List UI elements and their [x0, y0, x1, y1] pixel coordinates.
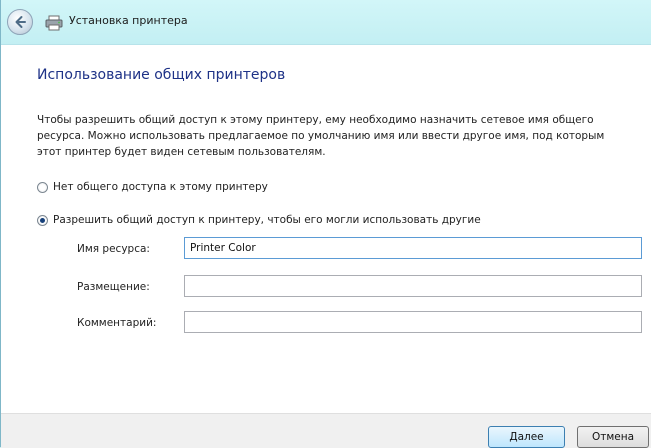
back-arrow-icon	[15, 16, 26, 28]
location-input[interactable]	[184, 275, 642, 297]
radio-no-sharing[interactable]: Нет общего доступа к этому принтеру	[37, 181, 268, 193]
radio-share-printer[interactable]: Разрешить общий доступ к принтеру, чтобы…	[37, 214, 481, 226]
share-name-input[interactable]	[184, 237, 642, 259]
back-button[interactable]	[7, 9, 33, 35]
title-bar: Установка принтера	[1, 0, 651, 45]
comment-input[interactable]	[184, 311, 642, 333]
next-button[interactable]: Далее	[488, 426, 565, 448]
dialog-footer: Далее Отмена	[1, 413, 651, 448]
radio-button-icon[interactable]	[37, 181, 48, 193]
radio-no-sharing-label: Нет общего доступа к этому принтеру	[53, 181, 268, 193]
page-description: Чтобы разрешить общий доступ к этому при…	[37, 114, 605, 158]
printer-setup-window: Установка принтера Использование общих п…	[0, 0, 651, 448]
page-heading: Использование общих принтеров	[37, 67, 286, 83]
radio-share-printer-label: Разрешить общий доступ к принтеру, чтобы…	[53, 214, 481, 226]
comment-label: Комментарий:	[77, 317, 157, 329]
radio-button-selected-icon[interactable]	[37, 214, 48, 226]
share-name-label: Имя ресурса:	[77, 243, 150, 255]
location-label: Размещение:	[77, 281, 150, 293]
window-title: Установка принтера	[69, 14, 188, 27]
cancel-button[interactable]: Отмена	[577, 426, 649, 448]
printer-icon	[45, 15, 63, 31]
